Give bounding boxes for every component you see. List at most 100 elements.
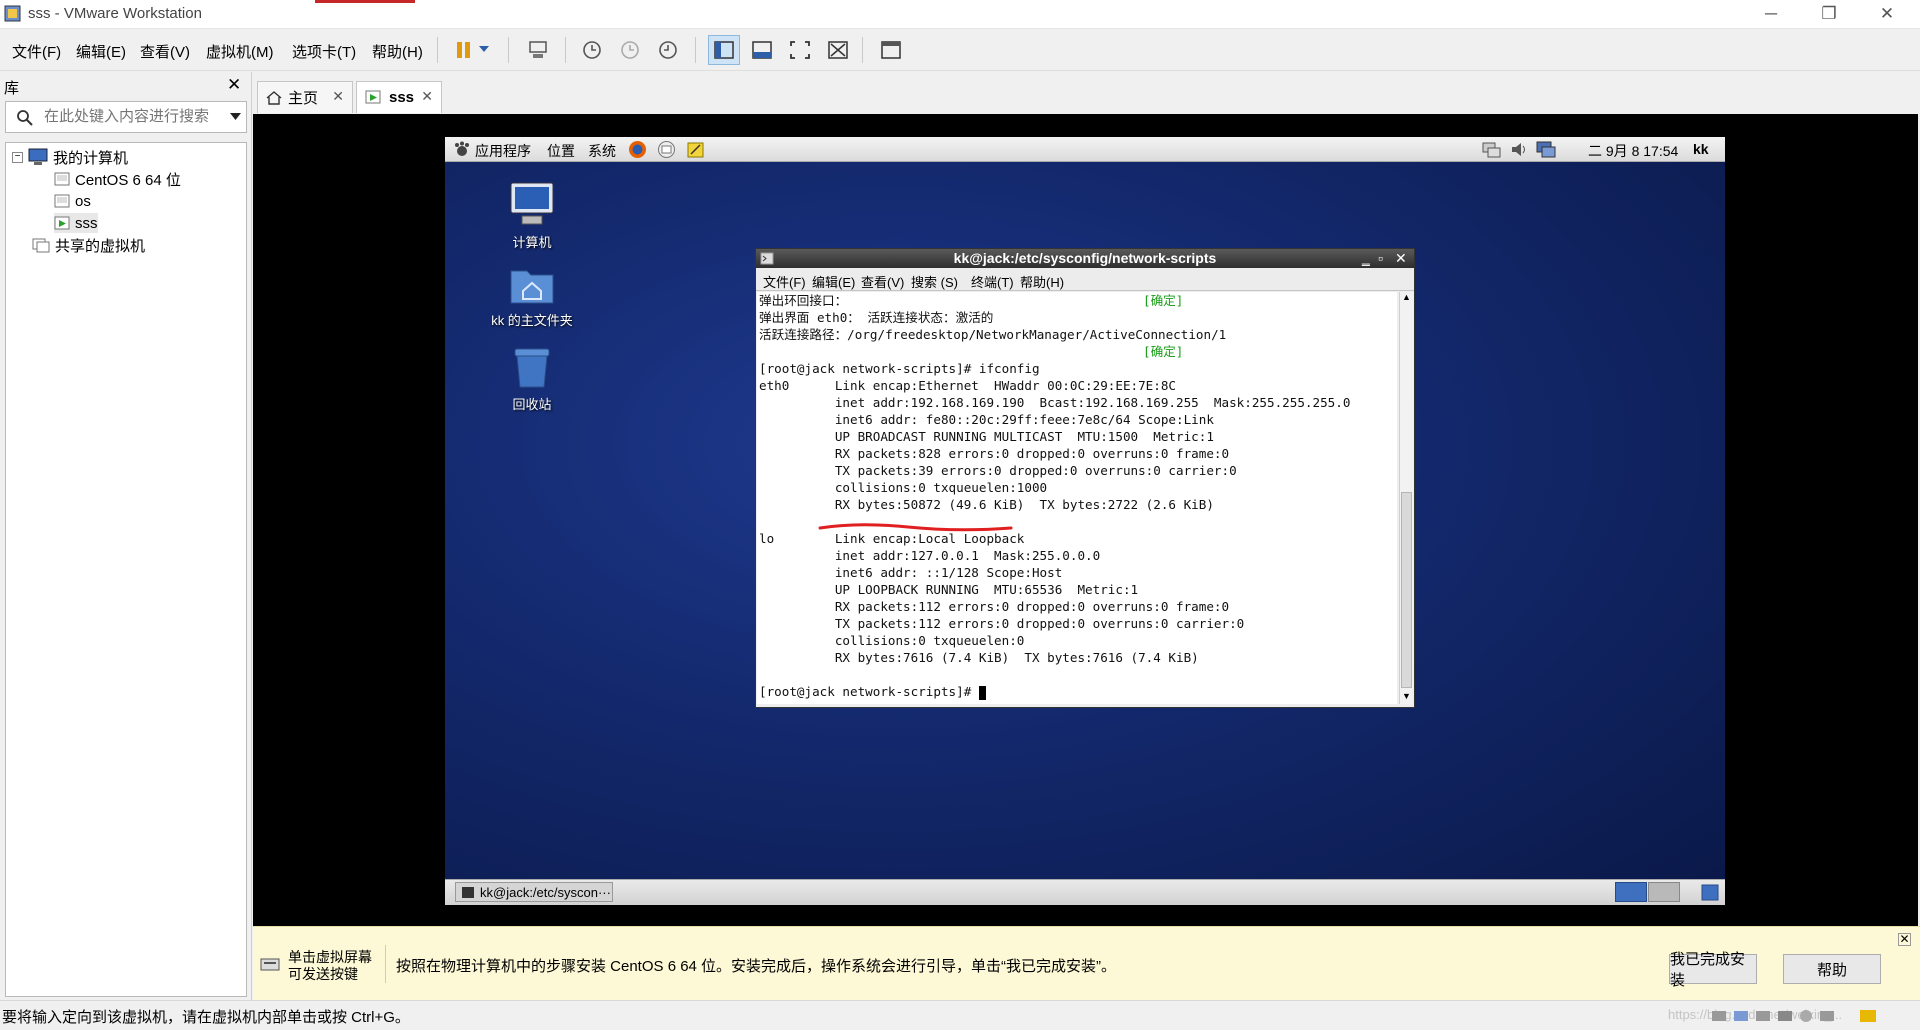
show-library-icon[interactable] bbox=[708, 35, 740, 65]
mail-icon[interactable] bbox=[657, 140, 676, 159]
tree-item-vm[interactable]: CentOS 6 64 位 bbox=[54, 169, 181, 189]
menu-vm[interactable]: 虚拟机(M) bbox=[206, 41, 274, 62]
guest-taskbar-item[interactable]: kk@jack:/etc/syscon··· bbox=[455, 882, 613, 902]
unity-icon[interactable] bbox=[822, 35, 854, 65]
menu-view[interactable]: 查看(V) bbox=[140, 41, 190, 62]
guest-user[interactable]: kk bbox=[1693, 141, 1709, 157]
minimize-button[interactable]: ─ bbox=[1748, 2, 1794, 26]
chevron-down-icon[interactable] bbox=[474, 35, 494, 65]
snapshot-icon[interactable] bbox=[576, 35, 608, 65]
terminal-window[interactable]: kk@jack:/etc/sysconfig/network-scripts ‗… bbox=[755, 248, 1415, 708]
toolbar-separator bbox=[508, 37, 509, 63]
chevron-down-icon[interactable] bbox=[230, 113, 241, 121]
vm-running-icon bbox=[365, 90, 381, 103]
trash-applet-icon[interactable] bbox=[1700, 883, 1720, 902]
guest-desktop[interactable]: 应用程序 位置 系统 二 9月 8 17:54 kk 计算机 kk 的主文件夹 … bbox=[445, 137, 1725, 905]
display-icon[interactable] bbox=[1535, 140, 1557, 159]
close-button[interactable]: ✕ bbox=[1864, 2, 1910, 26]
snapshot-manager-icon[interactable] bbox=[652, 35, 684, 65]
terminal-menu-terminal[interactable]: 终端(T) bbox=[971, 272, 1014, 291]
taskbar-item-label: kk@jack:/etc/syscon··· bbox=[480, 884, 611, 900]
terminal-line: RX bytes:7616 (7.4 KiB) TX bytes:7616 (7… bbox=[759, 649, 1395, 666]
tree-item-vm-selected[interactable]: sss bbox=[54, 213, 98, 233]
tree-item-vm[interactable]: os bbox=[54, 191, 91, 211]
text-editor-icon[interactable] bbox=[686, 140, 705, 159]
toolbar-separator bbox=[437, 37, 438, 63]
console-view-icon[interactable] bbox=[875, 35, 907, 65]
terminal-line-text: RX packets:112 errors:0 dropped:0 overru… bbox=[759, 599, 1230, 614]
menu-file[interactable]: 文件(F) bbox=[12, 41, 61, 62]
terminal-line-text: inet6 addr: ::1/128 Scope:Host bbox=[759, 565, 1063, 580]
terminal-menu-bar: 文件(F) 编辑(E) 查看(V) 搜索 (S) 终端(T) 帮助(H) bbox=[756, 268, 1414, 291]
terminal-line-text: [root@jack network-scripts]# ifconfig bbox=[759, 361, 1040, 376]
menu-edit[interactable]: 编辑(E) bbox=[76, 41, 126, 62]
done-install-button[interactable]: 我已完成安装 bbox=[1669, 951, 1757, 989]
terminal-line: RX packets:112 errors:0 dropped:0 overru… bbox=[759, 598, 1395, 615]
desktop-icon-label: 计算机 bbox=[512, 235, 552, 250]
menu-tabs[interactable]: 选项卡(T) bbox=[292, 41, 356, 62]
terminal-output[interactable]: 弹出环回接口： [确定] 弹出界面 eth0： 活跃连接状态：激活的 活跃连接路径：/… bbox=[757, 292, 1397, 704]
collapse-icon[interactable]: − bbox=[12, 151, 23, 163]
guest-menu-system[interactable]: 系统 bbox=[588, 141, 616, 161]
terminal-scrollbar[interactable]: ▲ ▼ bbox=[1399, 292, 1413, 704]
terminal-close-icon[interactable]: ✕ bbox=[1395, 249, 1407, 268]
workspace-2[interactable] bbox=[1648, 882, 1680, 902]
library-search-box[interactable] bbox=[5, 101, 247, 133]
terminal-title-bar[interactable]: kk@jack:/etc/sysconfig/network-scripts ‗… bbox=[756, 249, 1414, 268]
tab-sss[interactable]: sss ✕ bbox=[356, 81, 442, 113]
volume-icon[interactable] bbox=[1510, 141, 1528, 158]
guest-clock[interactable]: 二 9月 8 17:54 bbox=[1588, 141, 1678, 161]
guest-menu-applications[interactable]: 应用程序 bbox=[475, 141, 531, 161]
send-keys-icon[interactable] bbox=[522, 35, 554, 65]
hint-divider bbox=[385, 945, 386, 983]
device-status-icons[interactable] bbox=[1710, 1008, 1890, 1024]
terminal-menu-search[interactable]: 搜索 (S) bbox=[911, 272, 958, 291]
search-input[interactable] bbox=[44, 108, 219, 125]
terminal-line: 弹出界面 eth0： 活跃连接状态：激活的 bbox=[759, 309, 1395, 326]
hint-close-icon[interactable]: ✕ bbox=[1898, 933, 1911, 946]
fullscreen-icon[interactable] bbox=[784, 35, 816, 65]
workspace-1[interactable] bbox=[1615, 882, 1647, 902]
network-icon[interactable] bbox=[1481, 141, 1501, 158]
terminal-line-text: inet addr:127.0.0.1 Mask:255.0.0.0 bbox=[759, 548, 1101, 563]
firefox-icon[interactable] bbox=[628, 140, 647, 159]
desktop-icon-label: 回收站 bbox=[512, 397, 552, 412]
terminal-minimize-icon[interactable]: ‗ bbox=[1362, 249, 1370, 268]
terminal-line: 弹出环回接口： [确定] bbox=[759, 292, 1395, 309]
terminal-line-text: UP LOOPBACK RUNNING MTU:65536 Metric:1 bbox=[759, 582, 1139, 597]
terminal-line: 活跃连接路径：/org/freedesktop/NetworkManager/A… bbox=[759, 326, 1395, 343]
library-close-icon[interactable]: ✕ bbox=[227, 75, 241, 95]
close-icon[interactable]: ✕ bbox=[332, 88, 344, 105]
revert-snapshot-icon[interactable] bbox=[614, 35, 646, 65]
terminal-menu-help[interactable]: 帮助(H) bbox=[1020, 272, 1064, 291]
desktop-icon-trash[interactable]: 回收站 bbox=[482, 345, 582, 413]
terminal-line: RX packets:828 errors:0 dropped:0 overru… bbox=[759, 445, 1395, 462]
tree-item-shared-vms[interactable]: 共享的虚拟机 bbox=[32, 235, 145, 255]
restore-button[interactable]: ❐ bbox=[1806, 2, 1852, 26]
desktop-icon-home[interactable]: kk 的主文件夹 bbox=[482, 265, 582, 329]
guest-menu-places[interactable]: 位置 bbox=[547, 141, 575, 161]
tab-home[interactable]: 主页 ✕ bbox=[257, 81, 353, 113]
hint-message: 按照在物理计算机中的步骤安装 CentOS 6 64 位。安装完成后，操作系统会… bbox=[396, 958, 1117, 975]
tree-item-label: sss bbox=[75, 214, 98, 232]
terminal-line: collisions:0 txqueuelen:0 bbox=[759, 632, 1395, 649]
vm-running-icon bbox=[54, 216, 70, 230]
terminal-line: UP LOOPBACK RUNNING MTU:65536 Metric:1 bbox=[759, 581, 1395, 598]
library-tree: − 我的计算机 CentOS 6 64 位 os sss 共享的虚拟机 bbox=[5, 142, 247, 997]
thumbnail-bar-icon[interactable] bbox=[746, 35, 778, 65]
terminal-maximize-icon[interactable]: ▫ bbox=[1378, 249, 1383, 268]
close-icon[interactable]: ✕ bbox=[421, 88, 433, 105]
scroll-up-icon[interactable]: ▲ bbox=[1400, 292, 1413, 304]
scroll-thumb[interactable] bbox=[1401, 492, 1412, 688]
menu-help[interactable]: 帮助(H) bbox=[372, 41, 423, 62]
keyboard-icon bbox=[260, 958, 280, 971]
terminal-menu-view[interactable]: 查看(V) bbox=[861, 272, 904, 291]
terminal-menu-edit[interactable]: 编辑(E) bbox=[812, 272, 855, 291]
scroll-down-icon[interactable]: ▼ bbox=[1400, 691, 1413, 703]
home-icon bbox=[266, 90, 282, 105]
help-button[interactable]: 帮助 bbox=[1783, 954, 1881, 984]
menu-bar: 文件(F) 编辑(E) 查看(V) 虚拟机(M) 选项卡(T) 帮助(H) bbox=[0, 29, 1920, 71]
terminal-menu-file[interactable]: 文件(F) bbox=[763, 272, 806, 291]
desktop-icon-computer[interactable]: 计算机 bbox=[482, 181, 582, 251]
tree-item-my-computer[interactable]: − 我的计算机 bbox=[12, 147, 128, 167]
